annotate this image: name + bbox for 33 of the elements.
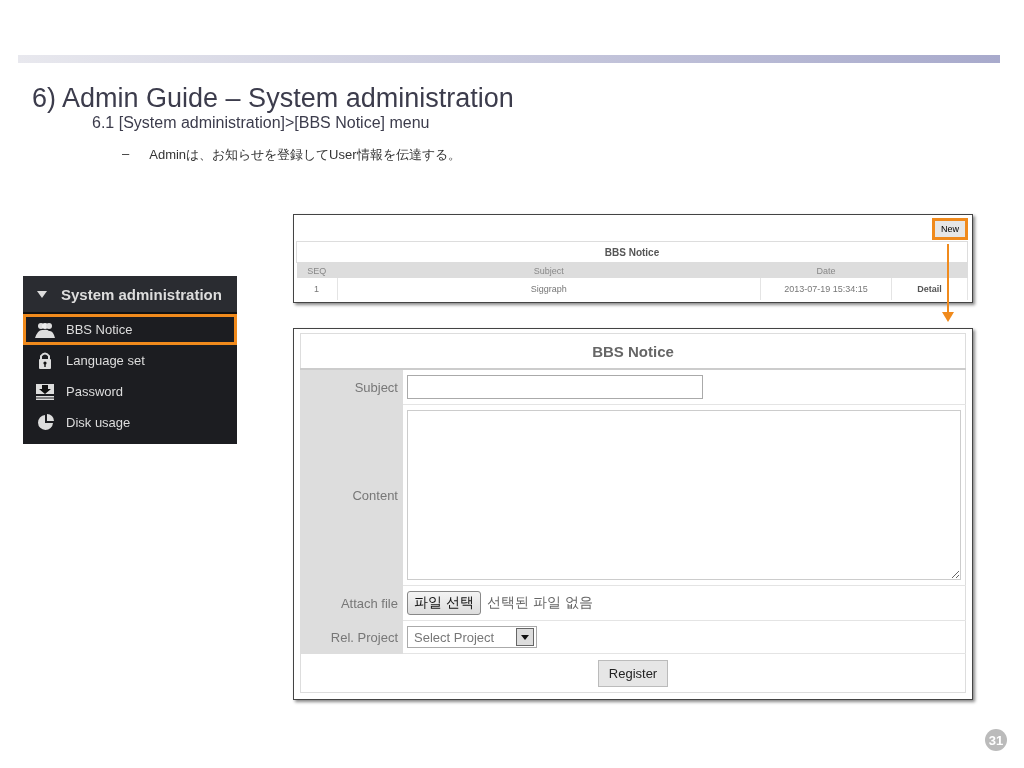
table-title: BBS Notice [296, 241, 968, 263]
slide-subtitle: 6.1 [System administration]>[BBS Notice] menu [92, 114, 430, 132]
sidebar-item[interactable]: BBS Notice [23, 314, 237, 345]
lock-icon [38, 352, 52, 369]
new-button[interactable]: New [932, 218, 968, 240]
field-label: Rel. Project [300, 620, 403, 654]
bullet-text: Adminは、お知らせを登録してUser情報を伝達する。 [149, 146, 461, 164]
content-field[interactable] [407, 410, 961, 580]
project-select[interactable]: Select Project [407, 626, 537, 648]
sidebar-item[interactable]: Language set [23, 345, 237, 376]
detail-link[interactable]: Detail [891, 278, 968, 300]
people-icon [35, 321, 55, 338]
table-cell: Siggraph [337, 278, 761, 300]
form-title: BBS Notice [300, 333, 966, 369]
sidebar-header: System administration [61, 285, 222, 303]
sidebar-item[interactable]: Disk usage [23, 407, 237, 438]
table-cell: 2013-07-19 15:34:15 [760, 278, 892, 300]
choose-file-button[interactable]: 파일 선택 [407, 591, 481, 615]
dropdown-caret-icon [521, 634, 529, 640]
field-label: Content [300, 404, 403, 586]
subject-field[interactable] [407, 375, 703, 399]
bullet-dash: – [122, 146, 130, 163]
page-number: 31 [985, 729, 1007, 751]
file-status: 선택된 파일 없음 [486, 594, 593, 612]
download-box-icon [36, 383, 54, 400]
field-label: Attach file [300, 585, 403, 621]
pie-chart-icon [36, 414, 54, 431]
slide-title: 6) Admin Guide – System administration [32, 83, 514, 114]
field-label: Subject [300, 369, 403, 405]
table-cell: 1 [296, 278, 337, 300]
caret-icon [37, 290, 47, 298]
register-button[interactable]: Register [597, 659, 669, 687]
sidebar-item[interactable]: Password [23, 376, 237, 407]
